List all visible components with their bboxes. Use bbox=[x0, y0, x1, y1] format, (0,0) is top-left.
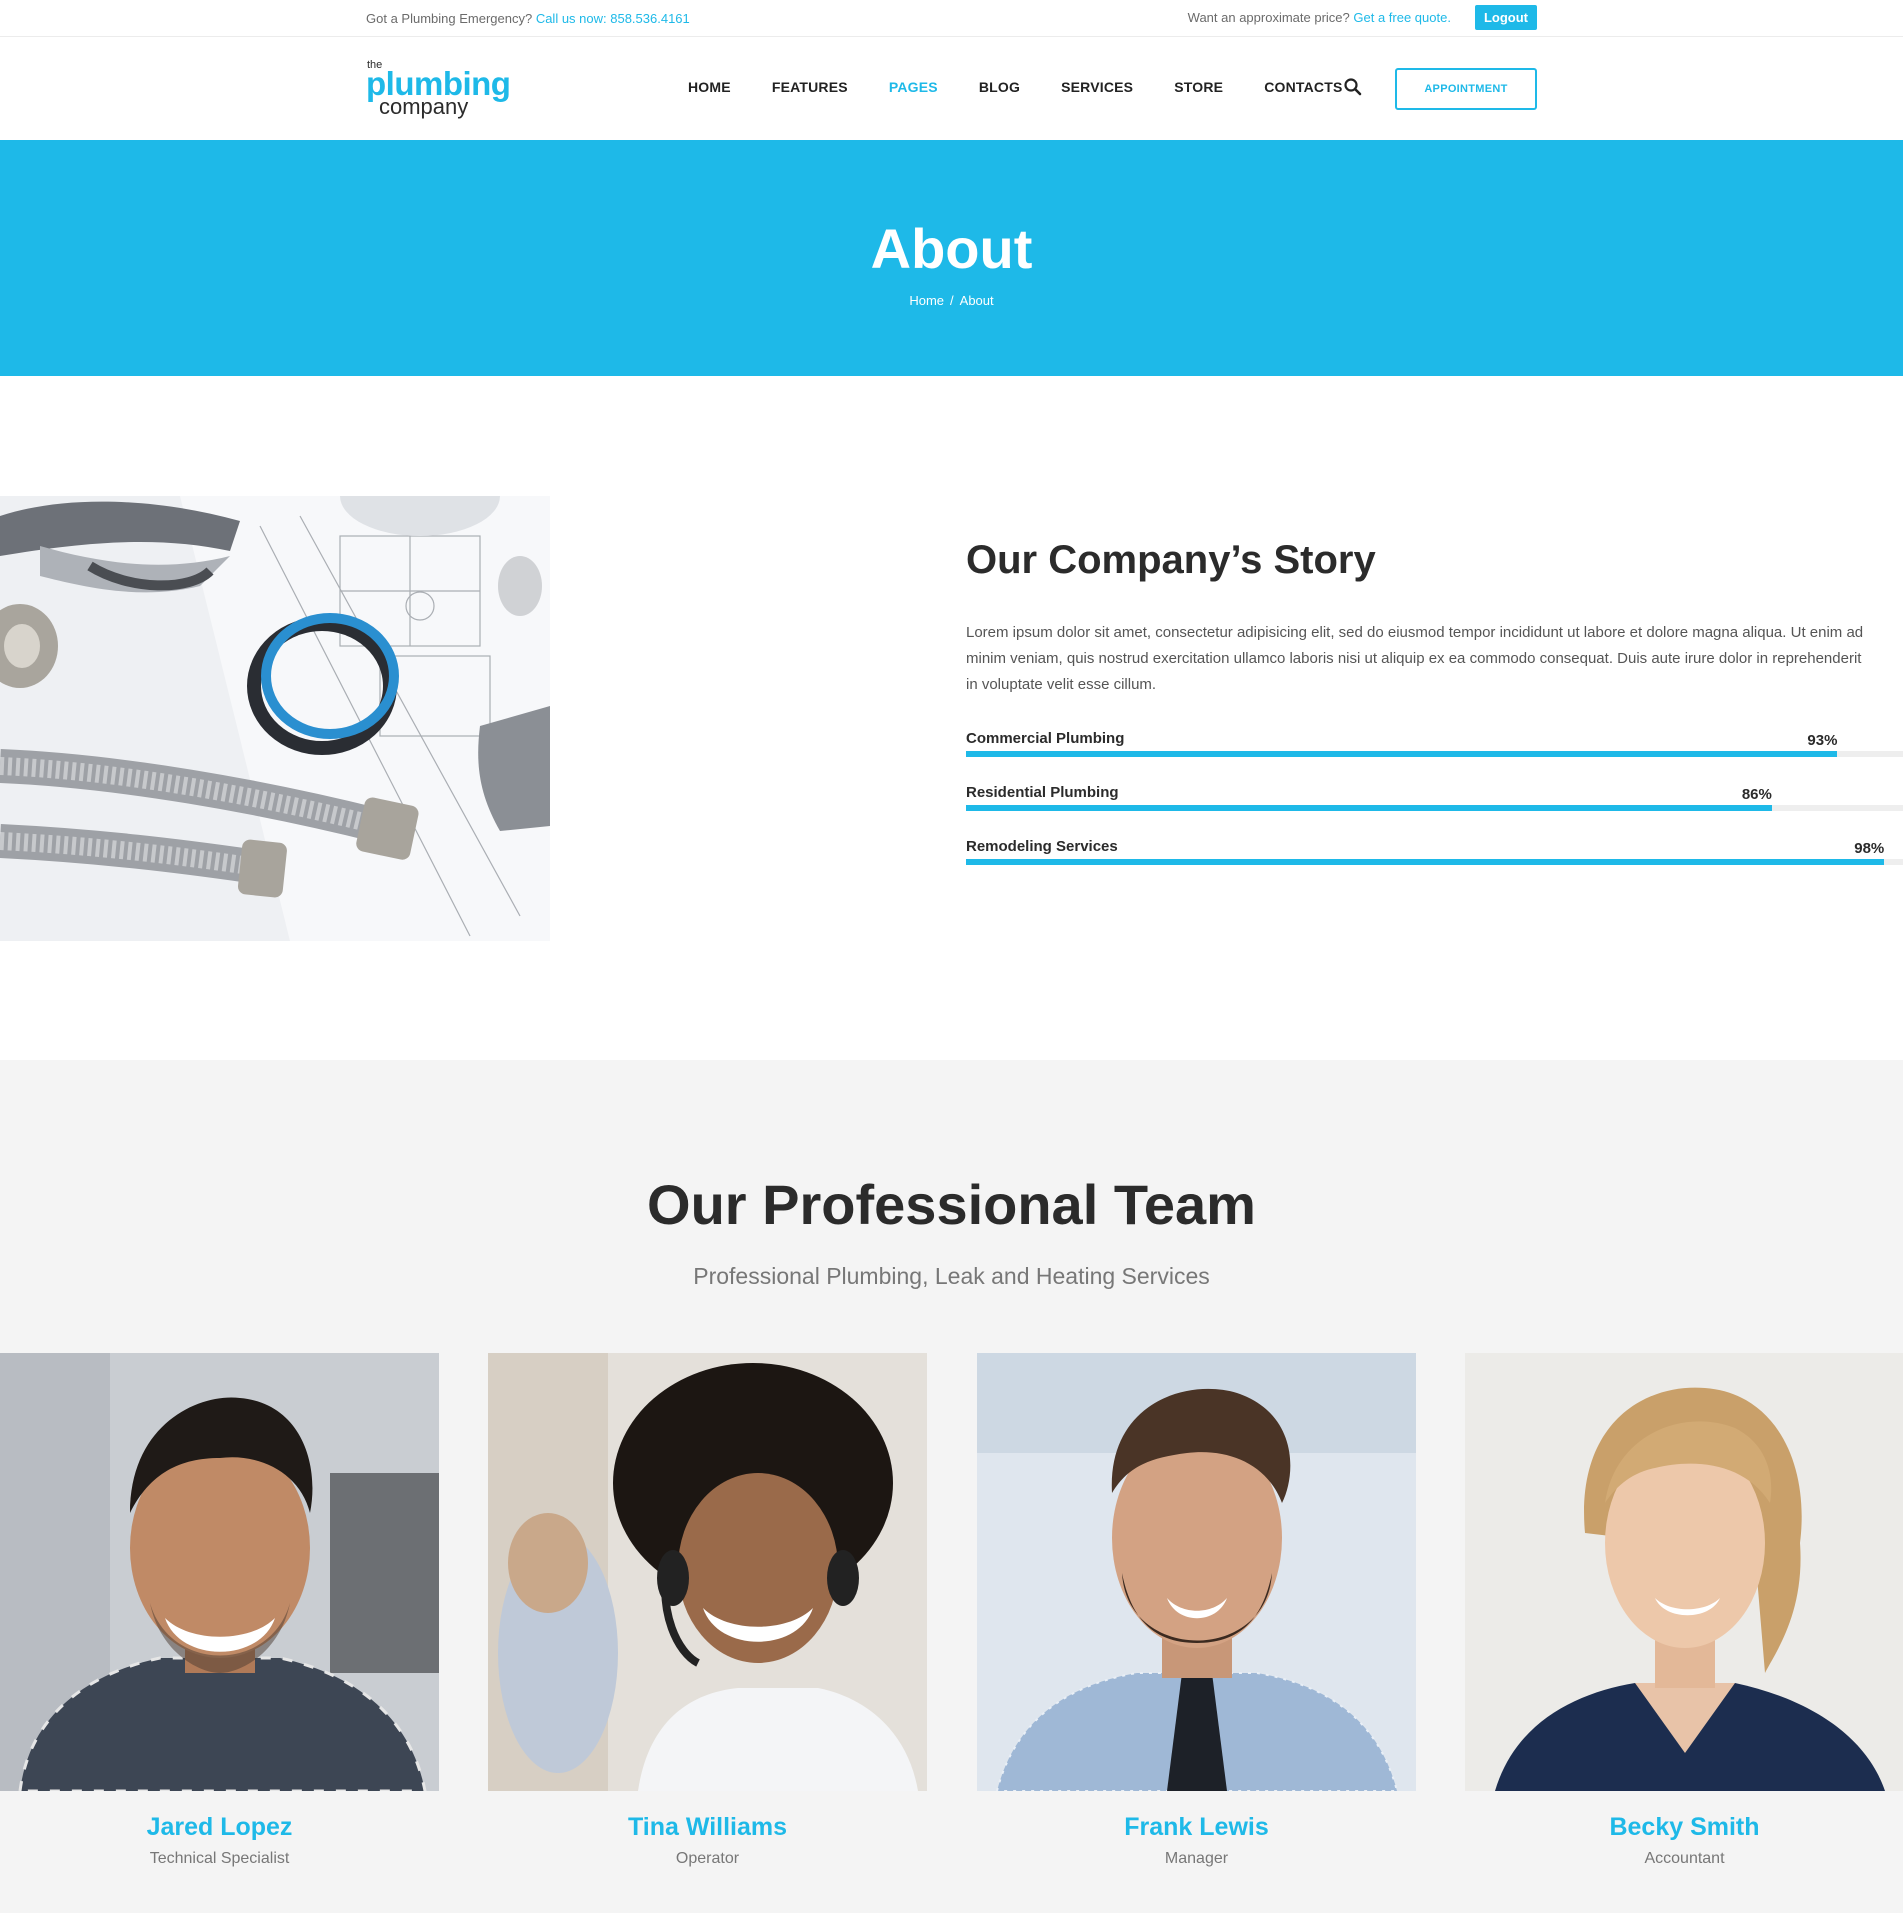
main-nav: HOME FEATURES PAGES BLOG SERVICES STORE … bbox=[688, 79, 1384, 95]
skill-fill bbox=[966, 859, 1885, 865]
team-member-card[interactable]: Tina Williams Operator bbox=[488, 1353, 927, 1868]
nav-contacts[interactable]: CONTACTS bbox=[1264, 79, 1342, 95]
page-title: About bbox=[870, 217, 1033, 280]
team-member-photo bbox=[1465, 1353, 1903, 1791]
breadcrumb-separator: / bbox=[950, 293, 954, 308]
team-member-name[interactable]: Becky Smith bbox=[1465, 1813, 1903, 1842]
skill-label: Commercial Plumbing bbox=[966, 730, 1125, 747]
nav-blog[interactable]: BLOG bbox=[979, 79, 1020, 95]
team-member-role: Manager bbox=[1164, 1850, 1229, 1867]
story-text-line: minim veniam, quis nostrud exercitation … bbox=[966, 650, 1862, 667]
team-member-role: Operator bbox=[675, 1850, 740, 1867]
team-member-name[interactable]: Jared Lopez bbox=[0, 1813, 439, 1842]
nav-services[interactable]: SERVICES bbox=[1061, 79, 1133, 95]
skill-track bbox=[966, 751, 1903, 757]
emergency-text: Got a Plumbing Emergency? bbox=[366, 11, 536, 26]
main-header: the plumbing company HOME FEATURES PAGES… bbox=[0, 37, 1903, 140]
skill-track bbox=[966, 859, 1903, 865]
skill-remodeling-services: Remodeling Services 98% bbox=[966, 838, 1903, 868]
logo-company: company bbox=[379, 94, 469, 119]
free-quote-link[interactable]: Get a free quote. bbox=[1353, 10, 1451, 25]
skill-percent: 98% bbox=[1854, 840, 1885, 857]
emergency-info: Got a Plumbing Emergency? Call us now: 8… bbox=[366, 11, 690, 26]
nav-home[interactable]: HOME bbox=[688, 79, 731, 95]
skill-residential-plumbing: Residential Plumbing 86% bbox=[966, 784, 1903, 814]
team-member-name[interactable]: Tina Williams bbox=[488, 1813, 927, 1842]
skill-commercial-plumbing: Commercial Plumbing 93% bbox=[966, 730, 1903, 760]
page-hero: About Home / About bbox=[0, 140, 1903, 376]
team-section: Our Professional Team Professional Plumb… bbox=[0, 1060, 1903, 1913]
call-now-link[interactable]: Call us now: 858.536.4161 bbox=[536, 11, 690, 26]
skill-percent: 86% bbox=[1741, 786, 1772, 803]
plumbing-tools-image bbox=[0, 496, 550, 941]
skill-fill bbox=[966, 805, 1772, 811]
skill-label: Remodeling Services bbox=[966, 838, 1118, 855]
skill-fill bbox=[966, 751, 1838, 757]
team-member-card[interactable]: Becky Smith Accountant bbox=[1465, 1353, 1903, 1868]
breadcrumb: Home / About bbox=[0, 293, 1903, 308]
team-member-card[interactable]: Frank Lewis Manager bbox=[977, 1353, 1416, 1868]
nav-store[interactable]: STORE bbox=[1174, 79, 1223, 95]
team-member-photo bbox=[0, 1353, 439, 1791]
search-icon[interactable] bbox=[1343, 77, 1363, 97]
team-member-role: Technical Specialist bbox=[149, 1850, 290, 1867]
skill-label: Residential Plumbing bbox=[966, 784, 1119, 801]
nav-features[interactable]: FEATURES bbox=[772, 79, 848, 95]
breadcrumb-home[interactable]: Home bbox=[909, 293, 944, 308]
quote-info: Want an approximate price? Get a free qu… bbox=[1188, 5, 1537, 30]
team-subtitle: Professional Plumbing, Leak and Heating … bbox=[693, 1263, 1210, 1289]
story-text-line: in voluptate velit esse cillum. bbox=[966, 676, 1157, 693]
team-member-photo bbox=[977, 1353, 1416, 1791]
team-member-card[interactable]: Jared Lopez Technical Specialist bbox=[0, 1353, 439, 1868]
team-member-name[interactable]: Frank Lewis bbox=[977, 1813, 1416, 1842]
story-title: Our Company’s Story bbox=[966, 538, 1376, 582]
nav-pages[interactable]: PAGES bbox=[889, 79, 938, 95]
team-member-role: Accountant bbox=[1644, 1850, 1725, 1867]
skill-track bbox=[966, 805, 1903, 811]
logout-button[interactable]: Logout bbox=[1474, 5, 1537, 30]
price-text: Want an approximate price? bbox=[1187, 10, 1354, 25]
breadcrumb-current: About bbox=[959, 293, 994, 308]
story-text-line: Lorem ipsum dolor sit amet, consectetur … bbox=[966, 624, 1864, 641]
team-title: Our Professional Team bbox=[647, 1173, 1256, 1236]
site-logo[interactable]: the plumbing company bbox=[366, 59, 511, 119]
top-bar: Got a Plumbing Emergency? Call us now: 8… bbox=[0, 0, 1903, 37]
story-text: Lorem ipsum dolor sit amet, consectetur … bbox=[966, 620, 1903, 698]
skill-percent: 93% bbox=[1807, 732, 1838, 749]
appointment-button[interactable]: APPOINTMENT bbox=[1395, 68, 1537, 110]
team-member-photo bbox=[488, 1353, 927, 1791]
